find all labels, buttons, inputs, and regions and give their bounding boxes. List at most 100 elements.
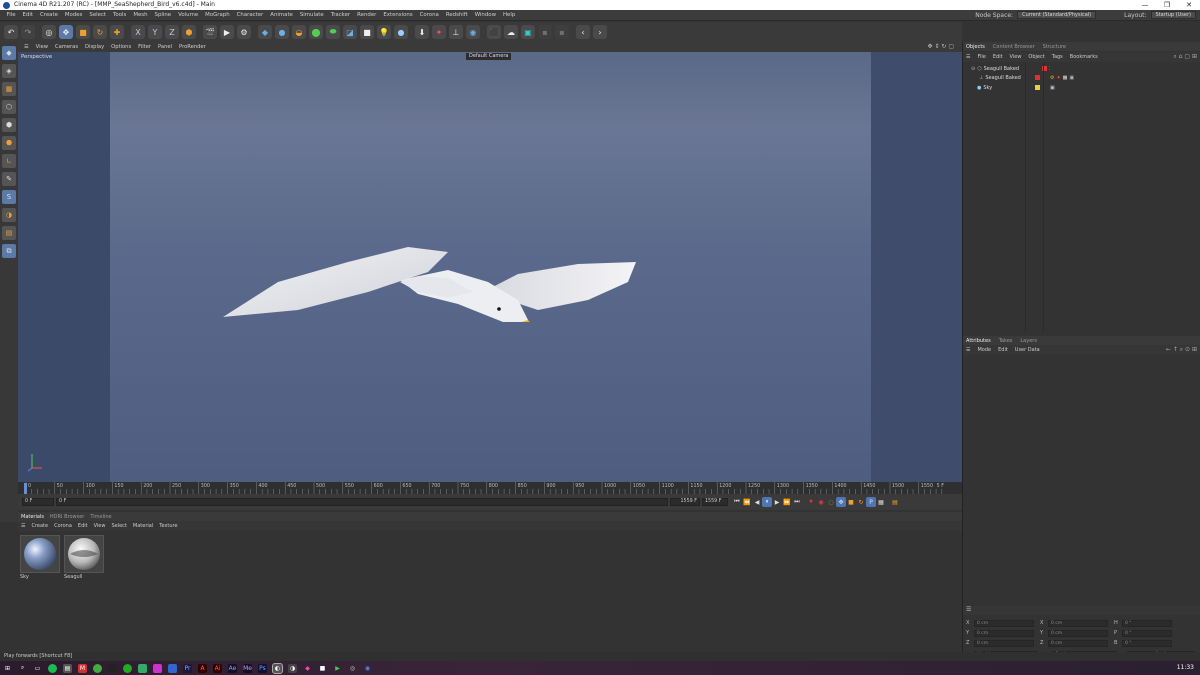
light-icon[interactable]: 💡 <box>377 25 391 39</box>
material-menu-corona[interactable]: Corona <box>54 523 72 529</box>
workplane-mode-icon[interactable]: ▦ <box>2 82 16 96</box>
sky-icon[interactable]: ● <box>394 25 408 39</box>
locked-workplane-icon[interactable]: ▤ <box>2 226 16 240</box>
texture-mode-icon[interactable]: ◈ <box>2 64 16 78</box>
viewport-menu-view[interactable]: View <box>36 44 48 50</box>
tab-materials[interactable]: Materials <box>21 514 44 520</box>
menu-tracker[interactable]: Tracker <box>327 12 353 18</box>
timeline-window-icon[interactable]: ▤ <box>890 497 900 507</box>
seagull-model[interactable] <box>218 212 648 322</box>
current-frame-field[interactable]: 0 F <box>22 498 54 506</box>
app-3-icon[interactable] <box>168 663 177 673</box>
material-tag-icon[interactable]: ▣ <box>1069 75 1074 81</box>
tab-hdri-browser[interactable]: HDRI Browser <box>50 514 84 520</box>
maximize-button[interactable]: ❐ <box>1156 0 1178 10</box>
live-select-icon[interactable]: ◎ <box>42 25 56 39</box>
tab-layers[interactable]: Layers <box>1020 338 1037 344</box>
menu-edit[interactable]: Edit <box>19 12 36 18</box>
attributes-menu-user-data[interactable]: User Data <box>1015 347 1040 353</box>
layout-dropdown[interactable]: Startup (User) <box>1150 11 1196 19</box>
app-6-icon[interactable]: ▶ <box>333 664 342 673</box>
material-menu-create[interactable]: Create <box>31 523 48 529</box>
object-row[interactable]: ⊖ ⬡ Seagull Baked ⁚ <box>963 64 1200 73</box>
preview-range-slider[interactable]: 0 F <box>56 498 668 506</box>
move-tool-icon[interactable]: ✥ <box>59 25 73 39</box>
cloner-icon[interactable]: ⬤ <box>309 25 323 39</box>
size-y-field[interactable]: 0 cm <box>1048 629 1108 637</box>
expand-icon[interactable]: ⊖ <box>971 66 975 72</box>
pause-button-icon[interactable]: ⏸ <box>762 497 772 507</box>
playhead-marker[interactable] <box>24 483 27 494</box>
attributes-menu-edit[interactable]: Edit <box>998 347 1008 353</box>
visibility-dots-icon[interactable]: ⁚ <box>1049 66 1051 72</box>
menu-render[interactable]: Render <box>354 12 380 18</box>
prev-key-icon[interactable]: ⏪ <box>742 497 752 507</box>
redo-icon[interactable]: ↷ <box>21 25 35 39</box>
goto-start-icon[interactable]: ⏮ <box>732 497 742 507</box>
next-key-icon[interactable]: ⏩ <box>782 497 792 507</box>
rotation-h-field[interactable]: 0 ° <box>1122 619 1172 627</box>
premiere-icon[interactable]: Pr <box>183 663 192 673</box>
attributes-nav-icons[interactable]: ← ↑ ⌕ ⊙ ⊞ <box>1166 346 1197 354</box>
snap-toggle-icon[interactable]: S <box>2 190 16 204</box>
objects-menu-bookmarks[interactable]: Bookmarks <box>1070 54 1098 60</box>
menu-window[interactable]: Window <box>471 12 499 18</box>
attributes-menu-mode[interactable]: Mode <box>977 347 991 353</box>
app-4-icon[interactable]: ◆ <box>303 664 312 673</box>
position-x-field[interactable]: 0 cm <box>974 619 1034 627</box>
menu-select[interactable]: Select <box>86 12 110 18</box>
app-7-icon[interactable]: ◎ <box>348 664 357 673</box>
viewport-menu-prorender[interactable]: ProRender <box>179 44 206 50</box>
size-x-field[interactable]: 0 cm <box>1048 619 1108 627</box>
tab-takes[interactable]: Takes <box>999 338 1013 344</box>
coordinate-system-icon[interactable]: ⬢ <box>182 25 196 39</box>
tweak-mode-icon[interactable]: ✎ <box>2 172 16 186</box>
viewport-menu-panel[interactable]: Panel <box>158 44 172 50</box>
illustrator-icon[interactable]: Ai <box>213 663 222 673</box>
objects-menu-icon[interactable]: ☰ <box>966 54 970 60</box>
python-icon[interactable]: ◉ <box>466 25 480 39</box>
size-z-field[interactable]: 0 cm <box>1048 639 1108 647</box>
attributes-menu-icon[interactable]: ☰ <box>966 347 970 353</box>
gmail-icon[interactable]: M <box>78 663 87 673</box>
undo-icon[interactable]: ↶ <box>4 25 18 39</box>
material-sky[interactable]: Sky <box>20 535 60 581</box>
rotation-b-field[interactable]: 0 ° <box>1122 639 1172 647</box>
viewport-menu-icon[interactable]: ☰ <box>24 44 29 50</box>
viewport-menu-display[interactable]: Display <box>85 44 104 50</box>
menu-volume[interactable]: Volume <box>175 12 202 18</box>
objects-menu-file[interactable]: File <box>977 54 985 60</box>
viewport-menu-cameras[interactable]: Cameras <box>55 44 78 50</box>
timeline-ruler[interactable]: 0 50 100 150 200 250 300 350 400 450 500 550 600 650 7… <box>18 482 962 494</box>
deformer-icon[interactable]: ⬬ <box>326 25 340 39</box>
spotify-icon[interactable] <box>48 663 57 673</box>
keyframe-selection-icon[interactable]: ◌ <box>826 497 836 507</box>
menu-mograph[interactable]: MoGraph <box>202 12 233 18</box>
render-settings-icon[interactable]: ⚙ <box>237 25 251 39</box>
menu-tools[interactable]: Tools <box>110 12 130 18</box>
whatsapp-icon[interactable] <box>123 663 132 673</box>
forward-arrow-icon[interactable]: › <box>593 25 607 39</box>
render-view-icon[interactable]: 🎬 <box>203 25 217 39</box>
snap-icon[interactable]: ✦ <box>432 25 446 39</box>
y-axis-icon[interactable]: Y <box>148 25 162 39</box>
cinema4d-taskbar-icon[interactable]: ◐ <box>272 662 283 674</box>
photoshop-icon[interactable]: Ps <box>258 663 267 673</box>
object-row[interactable]: ● Sky ⁚ ▣ <box>963 83 1200 92</box>
material-seagull[interactable]: Seagull <box>64 535 104 581</box>
polygons-mode-icon[interactable]: ⬣ <box>2 136 16 150</box>
redshift-icon[interactable]: ▣ <box>521 25 535 39</box>
objects-menu-edit[interactable]: Edit <box>993 54 1003 60</box>
app-5-icon[interactable]: ■ <box>318 664 327 673</box>
objects-menu-tags[interactable]: Tags <box>1052 54 1063 60</box>
camera-label[interactable]: Default Camera <box>466 53 512 60</box>
menu-character[interactable]: Character <box>233 12 267 18</box>
file-explorer-icon[interactable]: ▤ <box>63 663 72 673</box>
material-menu-edit[interactable]: Edit <box>78 523 88 529</box>
back-arrow-icon[interactable]: ‹ <box>576 25 590 39</box>
solo-mode-icon[interactable]: ◑ <box>2 208 16 222</box>
param-key-icon[interactable]: P <box>866 497 876 507</box>
goto-end-icon[interactable]: ⏭ <box>792 497 802 507</box>
points-mode-icon[interactable]: ⬡ <box>2 100 16 114</box>
download-icon[interactable]: ⬇ <box>415 25 429 39</box>
